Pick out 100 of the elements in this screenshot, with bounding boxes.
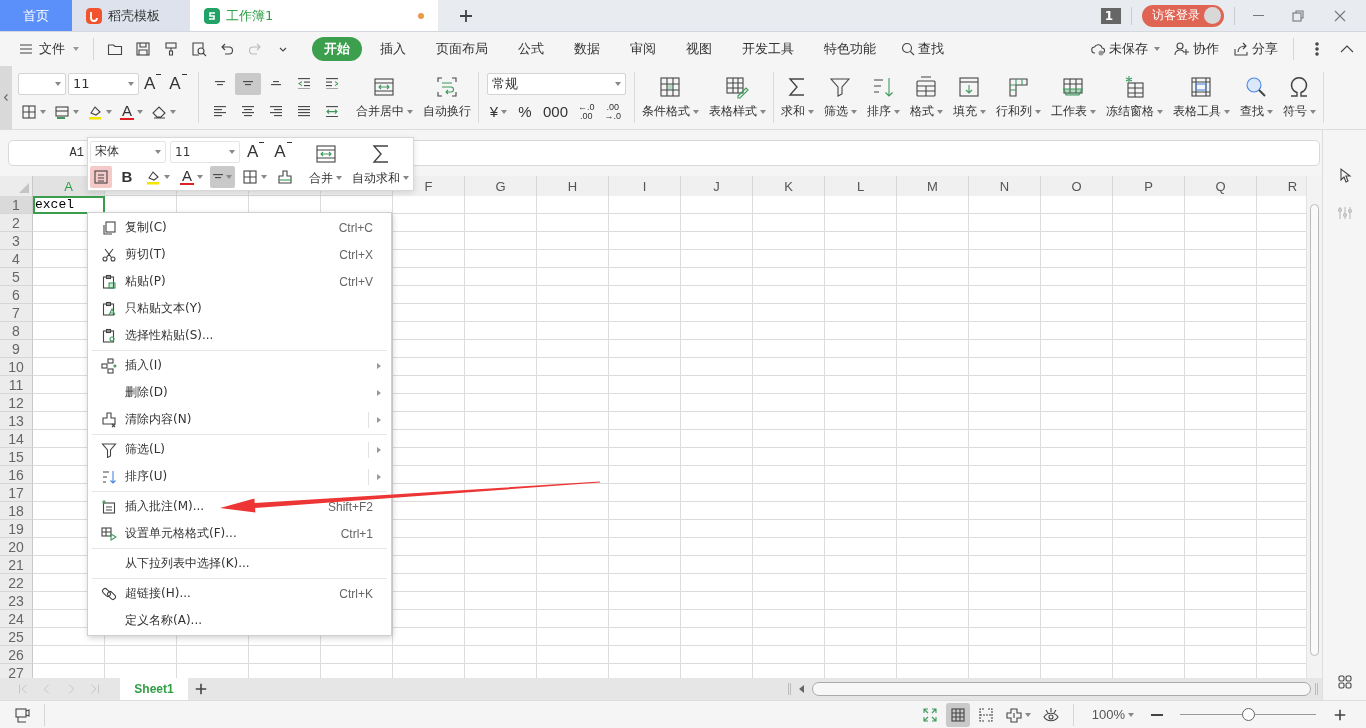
avatar-icon xyxy=(1204,7,1221,24)
sheet-tab[interactable]: Sheet1 xyxy=(120,678,188,700)
sort-button[interactable]: 排序 xyxy=(861,68,905,127)
row-header[interactable]: 3 xyxy=(0,232,33,250)
number-format-field[interactable]: 常规 xyxy=(486,72,626,95)
apps-icon[interactable] xyxy=(1336,674,1353,690)
number-style-button[interactable]: ←.0 .00 xyxy=(575,100,598,123)
vertical-scrollbar[interactable] xyxy=(1306,176,1322,678)
row-header[interactable]: 22 xyxy=(0,574,33,592)
ribbon-tab[interactable]: 插入 xyxy=(368,37,418,61)
ribbon-tab[interactable]: 页面布局 xyxy=(424,37,500,61)
menu-item[interactable]: 删除(D) xyxy=(92,379,387,406)
row-header[interactable]: 24 xyxy=(0,610,33,628)
table-tools-button[interactable]: 表格工具 xyxy=(1167,68,1235,127)
ribbon-tab[interactable]: 开发工具 xyxy=(730,37,806,61)
row-header[interactable]: 14 xyxy=(0,430,33,448)
row-header[interactable]: 26 xyxy=(0,646,33,664)
font-size-field[interactable]: 11 xyxy=(68,72,139,95)
number-style-button[interactable]: ¥ xyxy=(486,100,511,123)
slider-thumb[interactable] xyxy=(1242,708,1255,721)
row-header[interactable]: 21 xyxy=(0,556,33,574)
number-style-button[interactable]: % xyxy=(514,100,537,123)
font-name-field[interactable] xyxy=(18,72,66,95)
bold-button[interactable]: B xyxy=(116,165,138,188)
align-button[interactable] xyxy=(210,165,235,188)
row-header[interactable]: 9 xyxy=(0,340,33,358)
menu-item[interactable]: 选择性粘贴(S)... xyxy=(92,322,387,349)
number-style-button[interactable]: .00 →.0 xyxy=(601,100,625,123)
menu-item[interactable]: 排序(U) xyxy=(92,463,387,490)
menu-item[interactable]: 清除内容(N) xyxy=(92,406,387,433)
row-header[interactable]: 12 xyxy=(0,394,33,412)
wrap-button[interactable]: 自动换行 xyxy=(417,68,476,127)
row-header[interactable]: 25 xyxy=(0,628,33,646)
menu-item[interactable]: 从下拉列表中选择(K)... xyxy=(92,550,387,577)
row-header[interactable]: 5 xyxy=(0,268,33,286)
fill-button[interactable]: 填充 xyxy=(947,68,991,127)
freeze-button[interactable]: 冻结窗格 xyxy=(1100,68,1168,127)
symbol-button[interactable]: 符号 xyxy=(1277,68,1321,127)
ribbon-tab[interactable]: 数据 xyxy=(562,37,612,61)
table-style-button[interactable]: 表格样式 xyxy=(703,68,771,127)
ribbon-tab[interactable]: 特色功能 xyxy=(812,37,888,61)
menu-item[interactable]: 设置单元格格式(F)... Ctrl+1 xyxy=(92,520,387,547)
menu-item[interactable]: 剪切(T) Ctrl+X xyxy=(92,241,387,268)
row-header[interactable]: 13 xyxy=(0,412,33,430)
menu-item[interactable]: 筛选(L) xyxy=(92,436,387,463)
search-button[interactable]: 查找 xyxy=(892,37,952,61)
shrink-font-button[interactable]: A xyxy=(166,72,190,95)
ribbon-tab[interactable]: 公式 xyxy=(506,37,556,61)
filter-button[interactable]: 筛选 xyxy=(818,68,862,127)
paste-text-icon xyxy=(100,300,117,317)
font-color-button[interactable]: A xyxy=(177,165,206,188)
sliders-icon[interactable] xyxy=(1336,205,1353,221)
merge-button[interactable]: 合并居中 xyxy=(350,68,418,127)
window-count-badge[interactable]: 1 xyxy=(1100,7,1121,24)
ribbon-tab[interactable]: 审阅 xyxy=(618,37,668,61)
menu-item[interactable]: 插入批注(M)... Shift+F2 xyxy=(92,493,387,520)
menu-item[interactable]: 插入(I) xyxy=(92,352,387,379)
number-style-button[interactable]: 000 xyxy=(540,100,572,123)
cloud-button[interactable]: 未保存 xyxy=(1085,37,1165,61)
row-header[interactable]: 1 xyxy=(0,196,33,214)
rows-cols-button[interactable]: 行和列 xyxy=(990,68,1046,127)
share-button[interactable]: 分享 xyxy=(1228,37,1283,61)
row-header[interactable]: 18 xyxy=(0,502,33,520)
row-header[interactable]: 4 xyxy=(0,250,33,268)
grow-font-button[interactable]: A xyxy=(141,72,165,95)
row-header[interactable]: 17 xyxy=(0,484,33,502)
row-header[interactable]: 7 xyxy=(0,304,33,322)
cond-button[interactable]: 条件格式 xyxy=(636,68,704,127)
row-header[interactable]: 27 xyxy=(0,664,33,678)
row-header[interactable]: 15 xyxy=(0,448,33,466)
worksheet-button[interactable]: 工作表 xyxy=(1045,68,1101,127)
format-button[interactable]: 格式 xyxy=(904,68,948,127)
row-header[interactable]: 23 xyxy=(0,592,33,610)
row-header[interactable]: 11 xyxy=(0,376,33,394)
menu-item[interactable]: 超链接(H)... Ctrl+K xyxy=(92,580,387,607)
row-header[interactable]: 16 xyxy=(0,466,33,484)
row-header[interactable]: 8 xyxy=(0,322,33,340)
normal-view-button[interactable] xyxy=(945,702,970,727)
row-header[interactable]: 20 xyxy=(0,538,33,556)
title-tab[interactable]: 工作簿1 xyxy=(190,0,438,31)
row-header[interactable]: 2 xyxy=(0,214,33,232)
menu-item[interactable]: 只粘贴文本(Y) xyxy=(92,295,387,322)
align-button[interactable] xyxy=(234,72,261,95)
rows-cols-icon xyxy=(1006,75,1031,99)
sum-button[interactable]: 求和 xyxy=(775,68,819,127)
presentation-icon[interactable] xyxy=(14,706,30,723)
menu-item[interactable]: 定义名称(A)... xyxy=(92,607,387,634)
file-menu[interactable]: 文件 xyxy=(12,36,85,62)
collab-button[interactable]: 协作 xyxy=(1169,37,1224,61)
row-header[interactable]: 10 xyxy=(0,358,33,376)
menu-item[interactable]: 复制(C) Ctrl+C xyxy=(92,214,387,241)
zoom-level-button[interactable]: 100% xyxy=(1083,707,1142,722)
find-button[interactable]: 查找 xyxy=(1234,68,1278,127)
menu-item[interactable]: 粘贴(P) Ctrl+V xyxy=(92,268,387,295)
ribbon-tab[interactable]: 视图 xyxy=(674,37,724,61)
font-color-button[interactable]: A xyxy=(117,100,146,123)
title-tab[interactable]: 稻壳模板 xyxy=(72,0,190,31)
undo-icon xyxy=(219,41,235,57)
row-header[interactable]: 6 xyxy=(0,286,33,304)
row-header[interactable]: 19 xyxy=(0,520,33,538)
